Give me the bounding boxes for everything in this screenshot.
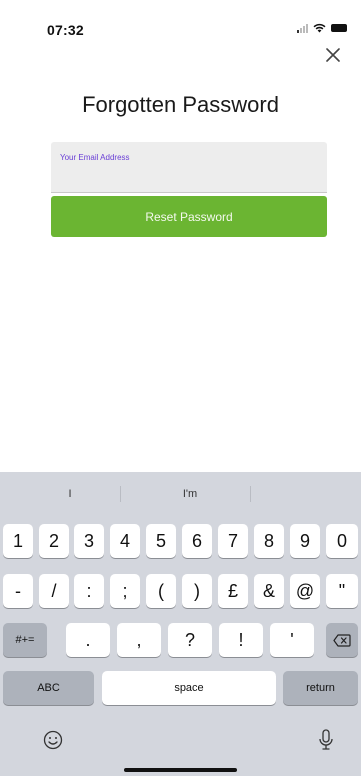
suggestion-bar: I I'm (0, 472, 361, 516)
microphone-icon (319, 729, 333, 750)
emoji-button[interactable] (41, 728, 65, 752)
key-question[interactable]: ? (168, 623, 212, 657)
key-colon[interactable]: : (74, 574, 104, 608)
key-4[interactable]: 4 (110, 524, 140, 558)
abc-key[interactable]: ABC (3, 671, 94, 705)
key-period[interactable]: . (66, 623, 110, 657)
key-1[interactable]: 1 (3, 524, 33, 558)
key-at[interactable]: @ (290, 574, 320, 608)
signal-icon (297, 23, 308, 33)
email-field[interactable]: Your Email Address (51, 142, 327, 193)
status-icons (297, 23, 347, 33)
key-3[interactable]: 3 (74, 524, 104, 558)
key-quote[interactable]: " (326, 574, 358, 608)
key-6[interactable]: 6 (182, 524, 212, 558)
space-key[interactable]: space (102, 671, 276, 705)
dictation-button[interactable] (314, 728, 338, 752)
key-0[interactable]: 0 (326, 524, 358, 558)
suggestion-item[interactable]: I'm (130, 488, 250, 500)
return-key[interactable]: return (283, 671, 358, 705)
key-exclamation[interactable]: ! (219, 623, 263, 657)
key-pound[interactable]: £ (218, 574, 248, 608)
key-semicolon[interactable]: ; (110, 574, 140, 608)
status-time: 07:32 (47, 22, 84, 38)
key-2[interactable]: 2 (39, 524, 69, 558)
backspace-icon (333, 633, 351, 647)
status-bar: 07:32 (0, 0, 361, 44)
suggestion-divider (120, 486, 121, 502)
symbols-toggle-key[interactable]: #+= (3, 623, 47, 657)
key-close-paren[interactable]: ) (182, 574, 212, 608)
key-hyphen[interactable]: - (3, 574, 33, 608)
key-5[interactable]: 5 (146, 524, 176, 558)
key-slash[interactable]: / (39, 574, 69, 608)
suggestion-divider (250, 486, 251, 502)
email-input[interactable] (60, 166, 318, 186)
email-field-label: Your Email Address (60, 153, 130, 162)
key-apostrophe[interactable]: ' (270, 623, 314, 657)
key-7[interactable]: 7 (218, 524, 248, 558)
key-8[interactable]: 8 (254, 524, 284, 558)
key-open-paren[interactable]: ( (146, 574, 176, 608)
reset-password-button[interactable]: Reset Password (51, 196, 327, 237)
key-9[interactable]: 9 (290, 524, 320, 558)
close-button[interactable] (320, 42, 346, 68)
close-icon (326, 48, 340, 62)
keyboard: I I'm 1 2 3 4 5 6 7 8 9 0 - / : ; ( ) £ … (0, 472, 361, 776)
wifi-icon (313, 23, 326, 33)
page-title: Forgotten Password (82, 92, 279, 117)
home-indicator (124, 768, 237, 772)
emoji-icon (43, 730, 63, 750)
backspace-key[interactable] (326, 623, 358, 657)
battery-icon (331, 24, 347, 32)
suggestion-item[interactable]: I (20, 488, 120, 500)
key-comma[interactable]: , (117, 623, 161, 657)
key-ampersand[interactable]: & (254, 574, 284, 608)
